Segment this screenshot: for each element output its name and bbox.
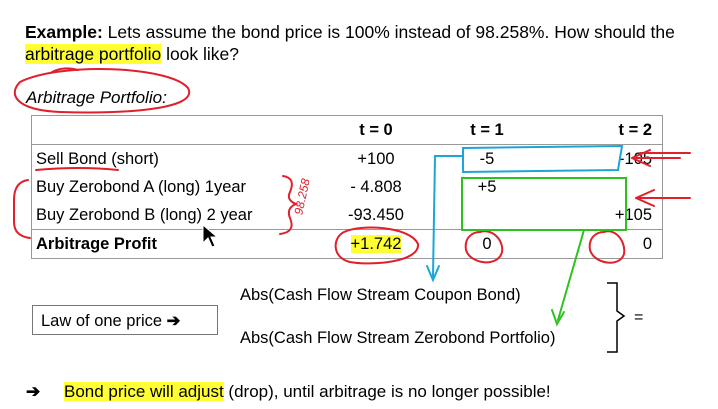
table-row: Buy Zerobond B (long) 2 year -93.450 +10… bbox=[32, 201, 663, 230]
cell-t0: - 4.808 bbox=[350, 177, 402, 196]
conclusion-highlight: Bond price will adjust bbox=[64, 382, 224, 401]
row-label: Sell Bond (short) bbox=[32, 145, 323, 174]
green-arrowhead bbox=[551, 309, 565, 327]
table-header-row: t = 0 t = 1 t = 2 bbox=[31, 115, 663, 145]
heading-bold: Example: bbox=[25, 22, 103, 42]
cash-flow-table: t = 0 t = 1 t = 2 Sell Bond (short) +100… bbox=[31, 115, 663, 259]
profit-t2: 0 bbox=[544, 229, 663, 259]
left-bracket bbox=[13, 179, 31, 239]
header-t2: t = 2 bbox=[544, 115, 663, 145]
profit-label: Arbitrage Profit bbox=[31, 229, 322, 259]
row-label-suffix: (short) bbox=[106, 149, 159, 168]
arrow-right-icon: ➔ bbox=[26, 382, 41, 401]
row-label: Buy Zerobond A (long) 1year bbox=[36, 177, 247, 196]
header-t0: t = 0 bbox=[322, 115, 430, 145]
heading-text-1: Lets assume the bond price is 100% inste… bbox=[102, 22, 675, 42]
law-of-one-price-box: Law of one price ➔ bbox=[32, 305, 218, 335]
profit-t0: +1.742 bbox=[322, 229, 430, 259]
blue-arrowhead bbox=[426, 265, 440, 283]
profit-row: Arbitrage Profit +1.742 0 0 bbox=[31, 229, 663, 259]
row-label: Buy Zerobond B (long) 2 year bbox=[36, 205, 253, 224]
cell-t1: +5 bbox=[477, 177, 497, 196]
abs-coupon-bond: Abs(Cash Flow Stream Coupon Bond) bbox=[240, 286, 521, 304]
row-label-main: Sell Bond bbox=[36, 149, 107, 168]
cell-t2: +105 bbox=[614, 205, 652, 224]
header-t1: t = 1 bbox=[430, 115, 544, 145]
abs-zerobond-portfolio: Abs(Cash Flow Stream Zerobond Portfolio) bbox=[240, 329, 556, 347]
equals-sign: = bbox=[634, 309, 644, 326]
arrow-right-icon: ➔ bbox=[166, 312, 181, 330]
cell-t0: +100 bbox=[357, 149, 395, 168]
law-label: Law of one price bbox=[41, 312, 163, 330]
conclusion-line: ➔ Bond price will adjust (drop), until ar… bbox=[26, 382, 551, 402]
cell-t2 bbox=[544, 173, 663, 201]
slide-heading: Example: Lets assume the bond price is 1… bbox=[25, 21, 705, 65]
heading-text-2: look like? bbox=[161, 44, 240, 64]
curly-bracket bbox=[607, 282, 626, 353]
heading-highlight: arbitrage portfolio bbox=[25, 44, 162, 64]
conclusion-text: (drop), until arbitrage is no longer pos… bbox=[223, 382, 551, 401]
profit-t0-value: +1.742 bbox=[350, 234, 402, 253]
section-label: Arbitrage Portfolio: bbox=[26, 88, 167, 107]
cell-t1: -5 bbox=[479, 149, 495, 168]
header-label bbox=[31, 115, 322, 145]
short-tick bbox=[51, 67, 79, 73]
profit-t1: 0 bbox=[430, 229, 544, 259]
table-row: Buy Zerobond A (long) 1year - 4.808 +5 bbox=[32, 173, 663, 201]
cell-t1 bbox=[430, 201, 544, 230]
table-row: Sell Bond (short) +100 -5 -105 bbox=[32, 145, 663, 174]
cell-t0: -93.450 bbox=[348, 205, 404, 224]
cell-t2: -105 bbox=[618, 149, 652, 168]
